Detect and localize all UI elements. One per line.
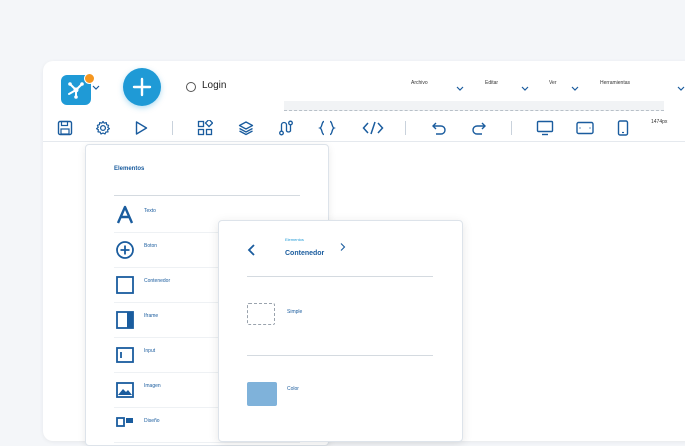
chevron-right-icon[interactable] [339,239,347,251]
layers-icon[interactable] [237,119,255,137]
text-icon [114,204,136,226]
element-label: Diseño [144,418,160,424]
image-icon [114,379,136,401]
braces-icon[interactable] [318,119,336,137]
mobile-icon[interactable] [614,119,632,137]
panel-divider [247,276,433,277]
simple-preview [247,303,275,325]
container-panel: Elementos Contenedor Simple Color [218,220,463,442]
element-label: Imagen [144,383,161,389]
chevron-down-icon[interactable] [677,84,685,95]
breadcrumb[interactable]: Elementos [285,237,304,242]
square-icon [114,274,136,296]
tablet-icon[interactable] [575,119,595,137]
menu-ver[interactable]: Ver [549,80,557,86]
save-icon[interactable] [56,119,74,137]
container-option-color[interactable]: Color [247,382,437,412]
iframe-icon [114,309,136,331]
color-preview [247,382,277,406]
toolbar-divider [511,121,512,135]
element-label: Contenedor [144,278,171,284]
menu-editar[interactable]: Editar [485,80,498,86]
container-panel-title: Contenedor [285,250,325,257]
menu-archivo[interactable]: Archivo [411,80,428,86]
option-label: Simple [287,309,303,315]
login-radio[interactable] [186,82,196,92]
panel-divider [114,195,300,196]
container-option-simple[interactable]: Simple [247,303,437,333]
element-label: Iframe [144,313,159,319]
canvas-dashed-border [284,110,664,111]
desktop-icon[interactable] [535,119,555,137]
toolbar-divider [172,121,173,135]
route-icon[interactable] [277,119,295,137]
redo-icon[interactable] [470,119,488,137]
zoom-readout[interactable]: 1474px [651,119,667,125]
chevron-down-icon[interactable] [456,84,464,95]
back-arrow-icon[interactable] [245,243,259,257]
plus-circle-icon [114,239,136,261]
add-button[interactable] [123,68,161,106]
plus-icon [132,77,152,97]
option-label: Color [287,386,299,392]
chevron-down-icon[interactable] [521,84,529,95]
play-icon[interactable] [132,119,150,137]
settings-icon[interactable] [94,119,112,137]
menu-herramientas[interactable]: Herramientas [600,80,630,86]
chevron-down-icon[interactable] [92,83,100,94]
elements-panel-title: Elementos [114,166,145,172]
code-icon[interactable] [361,119,385,137]
input-icon [114,344,136,366]
layout-icon [114,414,136,436]
elements-icon[interactable] [196,119,214,137]
element-label: Boton [144,243,158,249]
undo-icon[interactable] [430,119,448,137]
toolbar-bottom-divider [43,141,685,142]
chevron-down-icon[interactable] [571,84,579,95]
element-label: Input [144,348,156,354]
element-label: Texto [144,208,156,214]
login-label[interactable]: Login [202,80,226,91]
toolbar-divider [405,121,406,135]
panel-divider [247,355,433,356]
